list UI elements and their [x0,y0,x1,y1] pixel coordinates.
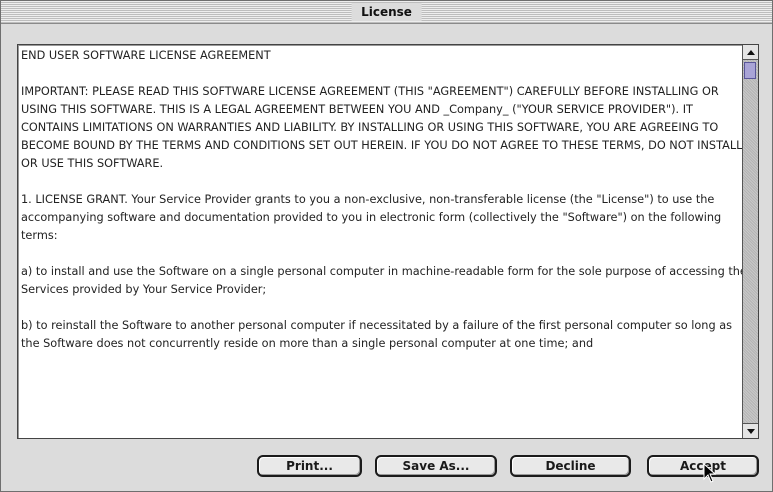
license-text-frame: END USER SOFTWARE LICENSE AGREEMENT IMPO… [17,44,759,439]
license-heading: END USER SOFTWARE LICENSE AGREEMENT [21,49,271,62]
license-paragraph-b: b) to reinstall the Software to another … [21,319,733,350]
save-as-button[interactable]: Save As... [375,455,497,477]
print-button[interactable]: Print... [257,455,362,477]
scroll-down-button[interactable] [743,423,758,438]
license-paragraph-important: IMPORTANT: PLEASE READ THIS SOFTWARE LIC… [21,85,743,170]
window-title: License [351,3,422,21]
up-arrow-icon [746,49,755,55]
license-dialog: License END USER SOFTWARE LICENSE AGREEM… [0,0,773,492]
mouse-pointer-icon [703,463,717,483]
scroll-thumb[interactable] [744,62,756,79]
license-paragraph-a: a) to install and use the Software on a … [21,265,747,296]
decline-button[interactable]: Decline [510,455,631,477]
scroll-up-button[interactable] [743,45,758,60]
down-arrow-icon [746,428,755,434]
license-text-area[interactable]: END USER SOFTWARE LICENSE AGREEMENT IMPO… [18,45,752,438]
vertical-scrollbar[interactable] [742,45,758,438]
title-bar[interactable]: License [1,1,772,24]
button-bar: Print... Save As... Decline Accept [1,449,772,485]
license-paragraph-grant: 1. LICENSE GRANT. Your Service Provider … [21,193,722,242]
scroll-track[interactable] [743,60,758,423]
